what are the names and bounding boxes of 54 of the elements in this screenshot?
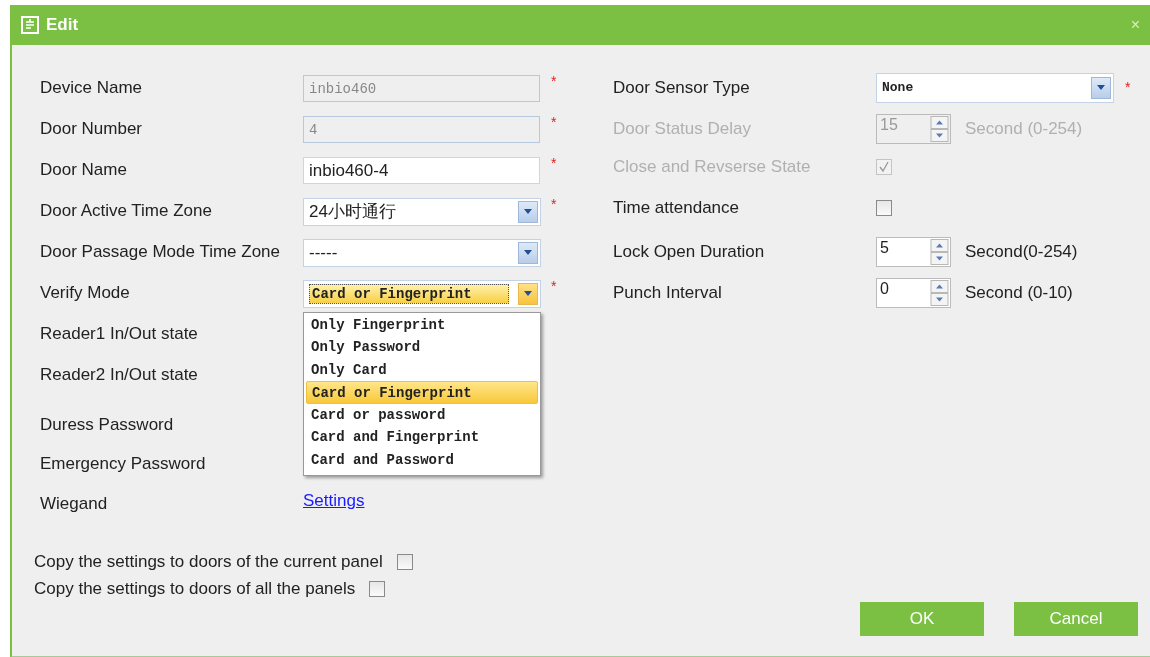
stepper-icon[interactable] bbox=[930, 279, 949, 306]
required-mark: * bbox=[551, 278, 557, 294]
field-label: Door Number bbox=[40, 118, 144, 139]
checkbox[interactable] bbox=[369, 580, 386, 597]
number-spinner[interactable]: 0 bbox=[876, 277, 951, 308]
required-mark: * bbox=[551, 114, 557, 130]
required-mark: * bbox=[1125, 78, 1131, 95]
field-label: Punch Interval bbox=[613, 282, 723, 303]
text-field[interactable]: inbio460-4 bbox=[303, 156, 540, 184]
settings-link[interactable]: Settings bbox=[303, 490, 365, 510]
menu-item[interactable]: Only Card bbox=[306, 358, 538, 382]
select-field[interactable]: ----- bbox=[303, 238, 541, 267]
unit-label: Second (0-10) bbox=[965, 282, 1073, 303]
field-label: Door Status Delay bbox=[613, 118, 752, 139]
field-label: Verify Mode bbox=[40, 282, 131, 303]
field-label: Door Name bbox=[40, 159, 128, 180]
field-label: Reader2 In/Out state bbox=[40, 364, 199, 385]
menu-item[interactable]: Only Password bbox=[306, 336, 538, 359]
menu-item[interactable]: Card or password bbox=[306, 403, 538, 427]
field-label: Duress Password bbox=[40, 414, 175, 435]
caret-icon bbox=[518, 282, 538, 305]
required-mark: * bbox=[551, 196, 557, 212]
option-label: Copy the settings to doors of the current panel bbox=[34, 551, 383, 572]
menu-item[interactable]: Card and Password bbox=[306, 449, 538, 472]
checkbox[interactable] bbox=[396, 553, 413, 570]
window-title: Edit bbox=[46, 15, 79, 35]
select-field[interactable]: Card or Fingerprint bbox=[303, 279, 541, 308]
field-label: Wiegand bbox=[40, 493, 109, 514]
select-field[interactable]: 24小时通行 bbox=[303, 197, 541, 226]
stepper-icon[interactable] bbox=[930, 238, 949, 265]
field-label: Door Active Time Zone bbox=[40, 200, 213, 221]
select-field[interactable]: None bbox=[876, 72, 1114, 103]
number-spinner[interactable]: 5 bbox=[876, 236, 951, 267]
field-label: Reader1 In/Out state bbox=[40, 323, 199, 344]
field-label: Time attendance bbox=[613, 198, 740, 218]
unit-label: Second (0-254) bbox=[965, 118, 1083, 139]
field-label: Door Passage Mode Time Zone bbox=[40, 241, 281, 262]
required-mark: * bbox=[551, 73, 557, 89]
menu-item[interactable]: Card and Fingerprint bbox=[306, 426, 538, 450]
field-label: Lock Open Duration bbox=[613, 241, 766, 262]
caret-icon bbox=[518, 241, 538, 264]
caret-icon bbox=[518, 200, 538, 223]
document-icon bbox=[20, 15, 40, 35]
option-label: Copy the settings to doors of all the panels bbox=[34, 578, 356, 599]
menu-item[interactable]: Only Fingerprint bbox=[306, 313, 538, 337]
field-label: Emergency Password bbox=[40, 454, 207, 474]
required-mark: * bbox=[551, 155, 557, 171]
field-label: Device Name bbox=[40, 77, 144, 98]
caret-icon bbox=[1091, 76, 1111, 99]
field-label: Close and Revserse State bbox=[613, 157, 812, 177]
unit-label: Second(0-254) bbox=[965, 241, 1078, 262]
menu-item[interactable]: Card or Fingerprint bbox=[306, 381, 538, 404]
field-label: Door Sensor Type bbox=[613, 77, 751, 98]
checkbox[interactable] bbox=[876, 200, 892, 216]
